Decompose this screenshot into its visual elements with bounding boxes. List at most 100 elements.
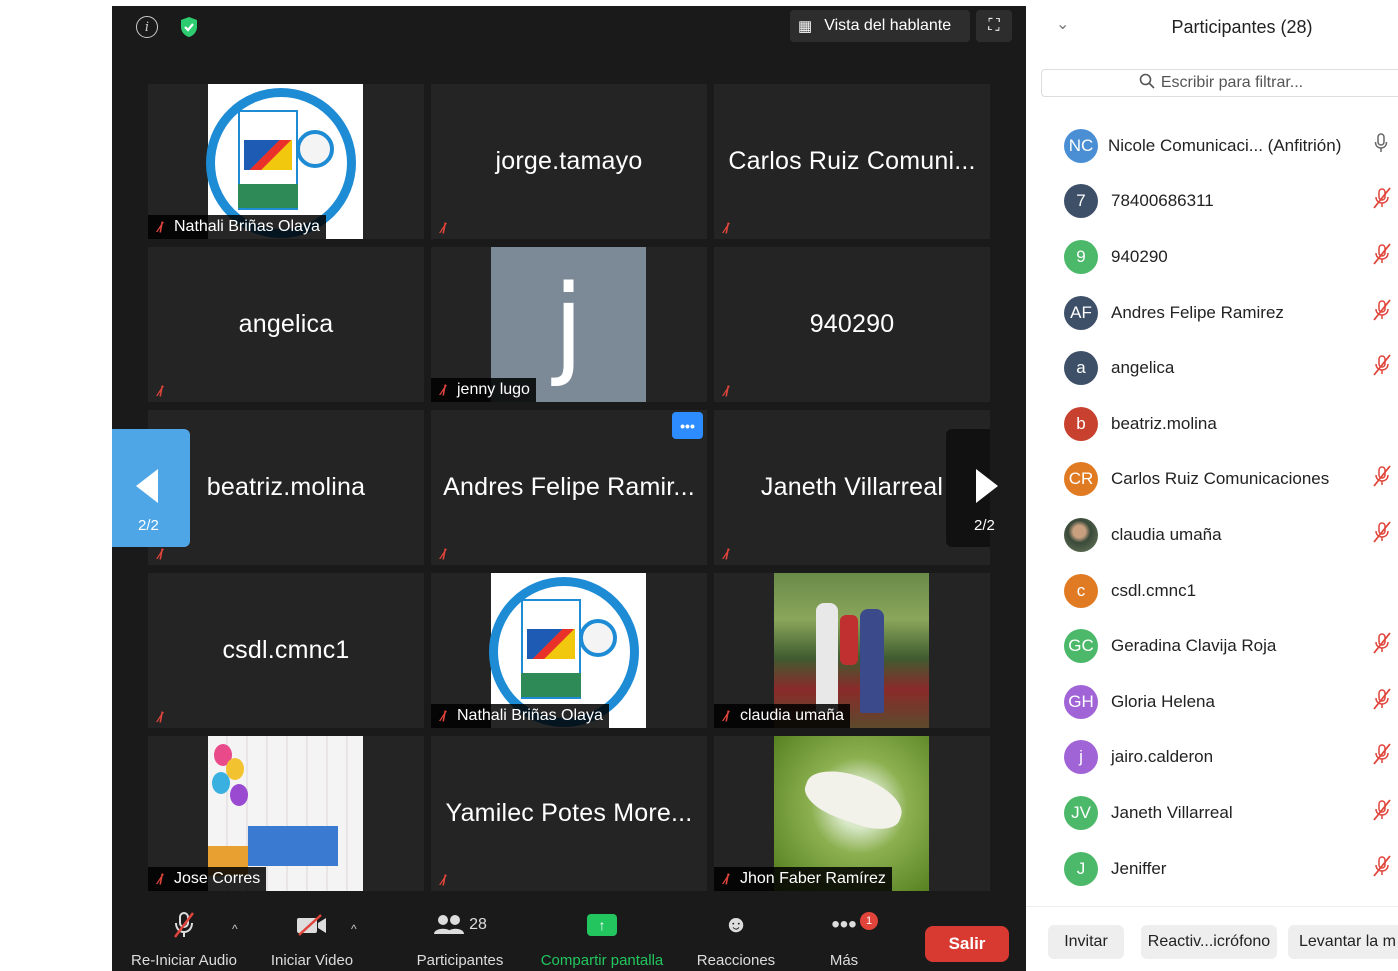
muted-mic-icon[interactable] <box>1372 354 1392 382</box>
participant-row[interactable]: j jairo.calderon <box>1026 730 1398 786</box>
shield-icon[interactable] <box>178 16 200 38</box>
participant-name: Jeniffer <box>1111 858 1167 878</box>
participant-name: jairo.calderon <box>1111 747 1214 767</box>
participant-row[interactable]: NC Nicole Comunicaci... (Anfitrión) <box>1026 118 1398 174</box>
more-label: Más <box>829 952 859 969</box>
notification-badge: 1 <box>860 912 878 930</box>
tile-more-options-button[interactable]: ••• <box>672 412 703 439</box>
meeting-topbar: i ▦ Vista del hablante ⛶ <box>112 6 1026 46</box>
info-icon[interactable]: i <box>136 16 158 38</box>
meeting-toolbar: Re-Iniciar Audio ^ Iniciar Video ^ 28 Pa… <box>112 908 1026 971</box>
grid-icon: ▦ <box>798 18 813 35</box>
participant-name: angelica <box>1111 358 1175 378</box>
muted-mic-icon: ⁄̸ <box>724 707 728 725</box>
participant-row[interactable]: JV Janeth Villarreal <box>1026 785 1398 841</box>
filter-placeholder: Escribir para filtrar... <box>1160 74 1304 91</box>
participant-row[interactable]: claudia umaña <box>1026 507 1398 563</box>
participant-name: Gloria Helena <box>1111 691 1215 711</box>
tile-display-name: 940290 <box>809 310 895 338</box>
reactions-label: Reacciones <box>696 952 776 969</box>
participant-name: csdl.cmnc1 <box>1111 580 1197 600</box>
participant-name: 940290 <box>1111 246 1168 266</box>
participant-row[interactable]: a angelica <box>1026 340 1398 396</box>
muted-mic-icon[interactable] <box>1372 743 1392 771</box>
video-tile[interactable]: ⁄̸ Nathali Briñas Olaya <box>431 573 707 728</box>
avatar: j <box>1064 740 1098 775</box>
video-tile[interactable]: csdl.cmnc1 ⁄̸ <box>148 573 424 728</box>
tile-display-name: Andres Felipe Ramir... <box>443 473 695 501</box>
reactions-button[interactable]: ☻ Reacciones <box>688 908 784 971</box>
participant-name: Janeth Villarreal <box>1111 802 1233 822</box>
muted-mic-icon: ⁄̸ <box>158 870 162 888</box>
video-tile[interactable]: jorge.tamayo ⁄̸ <box>431 84 707 239</box>
participant-row[interactable]: 9 940290 <box>1026 229 1398 285</box>
avatar <box>1064 517 1098 552</box>
muted-mic-icon[interactable] <box>1372 187 1392 215</box>
participant-row[interactable]: AF Andres Felipe Ramirez <box>1026 285 1398 341</box>
audio-options-chevron-icon[interactable]: ^ <box>232 922 238 936</box>
panel-footer: Invitar Reactiv...icrófono Levantar la m <box>1026 906 1398 971</box>
camera-off-icon <box>260 908 364 942</box>
audio-button[interactable]: Re-Iniciar Audio <box>120 908 248 971</box>
leave-meeting-button[interactable]: Salir <box>925 926 1009 962</box>
muted-mic-icon[interactable] <box>1372 688 1392 716</box>
muted-mic-icon[interactable] <box>1372 521 1392 549</box>
tile-name-label: ⁄̸ Jose Corres <box>148 867 267 891</box>
participant-row[interactable]: c csdl.cmnc1 <box>1026 563 1398 619</box>
video-tile[interactable]: Andres Felipe Ramir... ⁄̸ <box>431 410 707 565</box>
speaker-view-button[interactable]: ▦ Vista del hablante <box>790 10 970 42</box>
participant-name: Nicole Comunicaci... (Anfitrión) <box>1108 135 1342 155</box>
next-page-button[interactable]: 2/2 <box>946 429 998 547</box>
muted-mic-icon: ⁄̸ <box>441 872 445 889</box>
raise-hand-button[interactable]: Levantar la m <box>1288 925 1398 959</box>
avatar: b <box>1064 406 1098 441</box>
audio-label: Re-Iniciar Audio <box>131 952 237 969</box>
participant-row[interactable]: 7 78400686311 <box>1026 174 1398 230</box>
video-tile[interactable]: ⁄̸ Jose Corres <box>148 736 424 891</box>
reactivate-microphone-button[interactable]: Reactiv...icrófono <box>1141 925 1277 959</box>
participants-button[interactable]: 28 Participantes <box>408 908 512 971</box>
invite-button[interactable]: Invitar <box>1048 925 1124 959</box>
participant-row[interactable]: J Jeniffer <box>1026 841 1398 897</box>
participant-name: claudia umaña <box>1111 524 1222 544</box>
muted-mic-icon: ⁄̸ <box>724 220 728 237</box>
muted-mic-icon[interactable] <box>1372 465 1392 493</box>
share-screen-label: Compartir pantalla <box>540 952 664 969</box>
share-screen-button[interactable]: ↑ Compartir pantalla <box>530 908 674 971</box>
muted-mic-icon[interactable] <box>1372 299 1392 327</box>
participant-row[interactable]: GC Geradina Clavija Roja <box>1026 618 1398 674</box>
previous-page-button[interactable]: 2/2 <box>112 429 190 547</box>
video-tile[interactable]: Carlos Ruiz Comuni... ⁄̸ <box>714 84 990 239</box>
muted-mic-icon: ⁄̸ <box>158 383 162 400</box>
muted-mic-icon[interactable] <box>1372 632 1392 660</box>
participant-row[interactable]: GH Gloria Helena <box>1026 674 1398 730</box>
tile-name-label: ⁄̸ jenny lugo <box>431 378 536 402</box>
video-tile[interactable]: ⁄̸ Nathali Briñas Olaya <box>148 84 424 239</box>
video-tile[interactable]: 940290 ⁄̸ <box>714 247 990 402</box>
video-tile[interactable]: ⁄̸ claudia umaña <box>714 573 990 728</box>
muted-mic-icon: ⁄̸ <box>158 218 162 236</box>
more-button[interactable]: ••• 1 Más <box>808 908 880 971</box>
microphone-icon[interactable] <box>1374 133 1388 158</box>
reactions-icon: ☻ <box>723 911 749 938</box>
participants-label: Participantes <box>416 952 504 969</box>
muted-mic-icon[interactable] <box>1372 243 1392 271</box>
muted-mic-icon[interactable] <box>1372 854 1392 883</box>
avatar: a <box>1064 351 1098 386</box>
muted-mic-icon[interactable] <box>1372 799 1392 827</box>
page-indicator: 2/2 <box>138 517 159 534</box>
video-tile[interactable]: ⁄̸ Jhon Faber Ramírez <box>714 736 990 891</box>
muted-mic-icon: ⁄̸ <box>441 546 445 563</box>
avatar: AF <box>1064 295 1098 330</box>
video-button[interactable]: Iniciar Video <box>260 908 364 971</box>
video-tile[interactable]: Yamilec Potes More... ⁄̸ <box>431 736 707 891</box>
participant-filter-input[interactable]: Escribir para filtrar... <box>1041 69 1398 97</box>
panel-title: Participantes (28) <box>1171 17 1313 37</box>
fullscreen-button[interactable]: ⛶ <box>976 10 1012 42</box>
participant-row[interactable]: b beatriz.molina <box>1026 396 1398 452</box>
video-tile[interactable]: j ⁄̸ jenny lugo <box>431 247 707 402</box>
video-tile[interactable]: angelica ⁄̸ <box>148 247 424 402</box>
video-options-chevron-icon[interactable]: ^ <box>351 922 357 936</box>
participant-list: NC Nicole Comunicaci... (Anfitrión) 7 78400… <box>1026 118 1398 896</box>
participant-row[interactable]: CR Carlos Ruiz Comunicaciones <box>1026 452 1398 508</box>
